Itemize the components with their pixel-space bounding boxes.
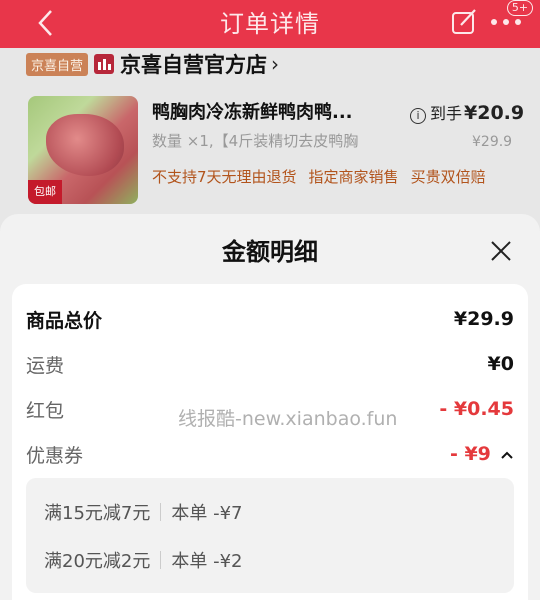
row-value: ¥0 [487, 353, 514, 375]
store-name: 京喜自营官方店 [120, 53, 268, 77]
coupon-item: 满20元减2元 本单 -¥2 [44, 546, 242, 574]
row-goods-total: 商品总价 ¥29.9 [26, 304, 514, 334]
final-price[interactable]: i 到手 ¥20.9 [410, 100, 524, 124]
row-label: 优惠券 [26, 444, 84, 467]
more-dots-icon[interactable] [490, 18, 524, 26]
divider [160, 503, 162, 521]
chevron-right-icon: › [271, 52, 280, 76]
info-icon[interactable]: i [410, 108, 426, 124]
amount-detail-card: 商品总价 ¥29.9 运费 ¥0 红包 - ¥0.45 优惠券 - ¥9 满15… [12, 284, 528, 600]
coupon-name: 满20元减2元 [44, 551, 151, 572]
service-tag: 不支持7天无理由退货 [152, 168, 297, 186]
row-coupon[interactable]: 优惠券 - ¥9 [26, 439, 514, 469]
row-value: ¥29.9 [453, 308, 514, 330]
product-name[interactable]: 鸭胸肉冷冻新鲜鸭肉鸭... [152, 98, 353, 124]
product-spec[interactable]: 数量 ×1,【4斤装精切去皮鸭胸 [152, 130, 392, 151]
row-label: 商品总价 [26, 309, 103, 332]
store-logo-icon [94, 54, 115, 74]
service-tags: 不支持7天无理由退货 指定商家销售 买贵双倍赔 [152, 166, 486, 187]
watermark-text: 线报酷-new.xianbao.fun [178, 408, 398, 430]
store-type-badge: 京喜自营 [26, 52, 89, 76]
row-shipping: 运费 ¥0 [26, 349, 514, 379]
final-price-value: ¥20.9 [464, 102, 525, 124]
row-label: 红包 [26, 399, 65, 422]
row-value: - ¥0.45 [439, 398, 514, 420]
coupon-breakdown: 满15元减7元 本单 -¥7 满20元减2元 本单 -¥2 [26, 478, 514, 593]
row-label: 运费 [26, 354, 65, 377]
chevron-up-icon[interactable] [500, 450, 514, 460]
share-edit-icon[interactable] [450, 6, 478, 36]
coupon-detail: 本单 -¥7 [171, 503, 243, 524]
top-bar: 订单详情 5+ [0, 0, 540, 48]
product-image[interactable]: 包邮 [28, 96, 138, 204]
notification-badge: 5+ [507, 0, 533, 16]
divider [160, 551, 162, 569]
service-tag: 指定商家销售 [308, 168, 399, 186]
service-tag: 买贵双倍赔 [410, 168, 486, 186]
final-price-label: 到手 [430, 104, 463, 123]
product-photo [46, 114, 124, 176]
coupon-detail: 本单 -¥2 [171, 551, 243, 572]
coupon-value-group[interactable]: - ¥9 [450, 443, 514, 465]
coupon-item: 满15元减7元 本单 -¥7 [44, 498, 242, 526]
original-price: ¥29.9 [472, 134, 513, 150]
row-value: - ¥9 [449, 443, 491, 465]
store-row[interactable]: 京喜自营 京喜自营官方店 › [26, 50, 279, 78]
close-icon[interactable] [488, 238, 514, 264]
amount-detail-sheet: 金额明细 商品总价 ¥29.9 运费 ¥0 红包 - ¥0.45 优惠券 - ¥… [0, 214, 540, 600]
coupon-name: 满15元减7元 [44, 503, 151, 524]
sheet-title: 金额明细 [222, 238, 318, 266]
free-shipping-tag: 包邮 [28, 180, 62, 204]
